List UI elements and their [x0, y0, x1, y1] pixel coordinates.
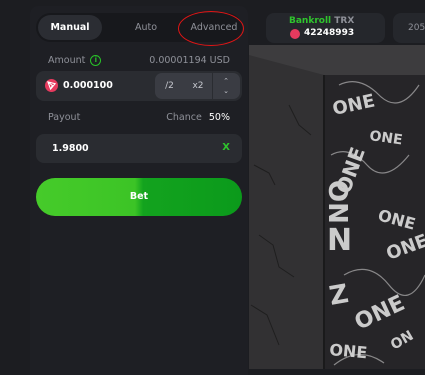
trx-icon: [290, 29, 300, 39]
payout-clear-button[interactable]: X: [222, 142, 230, 153]
game-artwork: ONE ONE ON ONE ONE N ONE Z ONE ONE ON: [249, 45, 425, 369]
payout-input[interactable]: 1.9800 X: [36, 134, 242, 163]
chevron-up-icon[interactable]: ⌃: [218, 77, 234, 85]
chance-group: Chance 50%: [166, 112, 230, 123]
tab-advanced[interactable]: Advanced: [176, 13, 252, 42]
chance-label: Chance: [166, 112, 202, 123]
half-button[interactable]: /2: [155, 73, 184, 99]
info-icon[interactable]: i: [90, 55, 102, 66]
graffiti-room-image: ONE ONE ON ONE ONE N ONE Z ONE ONE ON: [249, 45, 425, 369]
tab-manual[interactable]: Manual: [38, 15, 102, 40]
chevron-down-icon[interactable]: ⌄: [218, 87, 234, 95]
svg-text:N: N: [327, 223, 352, 258]
stepper-divider: [212, 73, 213, 99]
mode-tabs: Manual Auto Advanced: [36, 13, 242, 42]
amount-label: Amount: [48, 55, 86, 66]
bet-panel: Manual Auto Advanced Amount i 0.00001194…: [30, 6, 248, 375]
bet-button[interactable]: Bet: [36, 178, 242, 216]
payout-value[interactable]: 1.9800: [52, 143, 89, 154]
bet-button-label: Bet: [129, 191, 149, 202]
amount-input[interactable]: 0.000100 /2 x2 ⌃ ⌄: [36, 71, 242, 101]
bankroll-pill: Bankroll TRX 42248993: [266, 13, 385, 43]
amount-value[interactable]: 0.000100: [63, 80, 113, 91]
bankroll-label: Bankroll: [289, 16, 332, 26]
svg-text:ONE: ONE: [329, 340, 368, 362]
trx-icon: [45, 79, 58, 92]
amount-usd-value: 0.00001194 USD: [149, 55, 230, 66]
bankroll-currency: TRX: [334, 16, 355, 26]
double-button[interactable]: x2: [184, 73, 212, 99]
tab-auto[interactable]: Auto: [116, 13, 176, 42]
amount-label-group: Amount i: [48, 55, 102, 66]
next-header-pill[interactable]: 205: [393, 13, 425, 43]
bankroll-title: Bankroll TRX: [289, 16, 354, 26]
amount-stepper: /2 x2 ⌃ ⌄: [155, 73, 240, 99]
chance-value: 50%: [208, 112, 230, 123]
payout-label: Payout: [48, 112, 81, 123]
bankroll-value: 42248993: [304, 28, 355, 38]
